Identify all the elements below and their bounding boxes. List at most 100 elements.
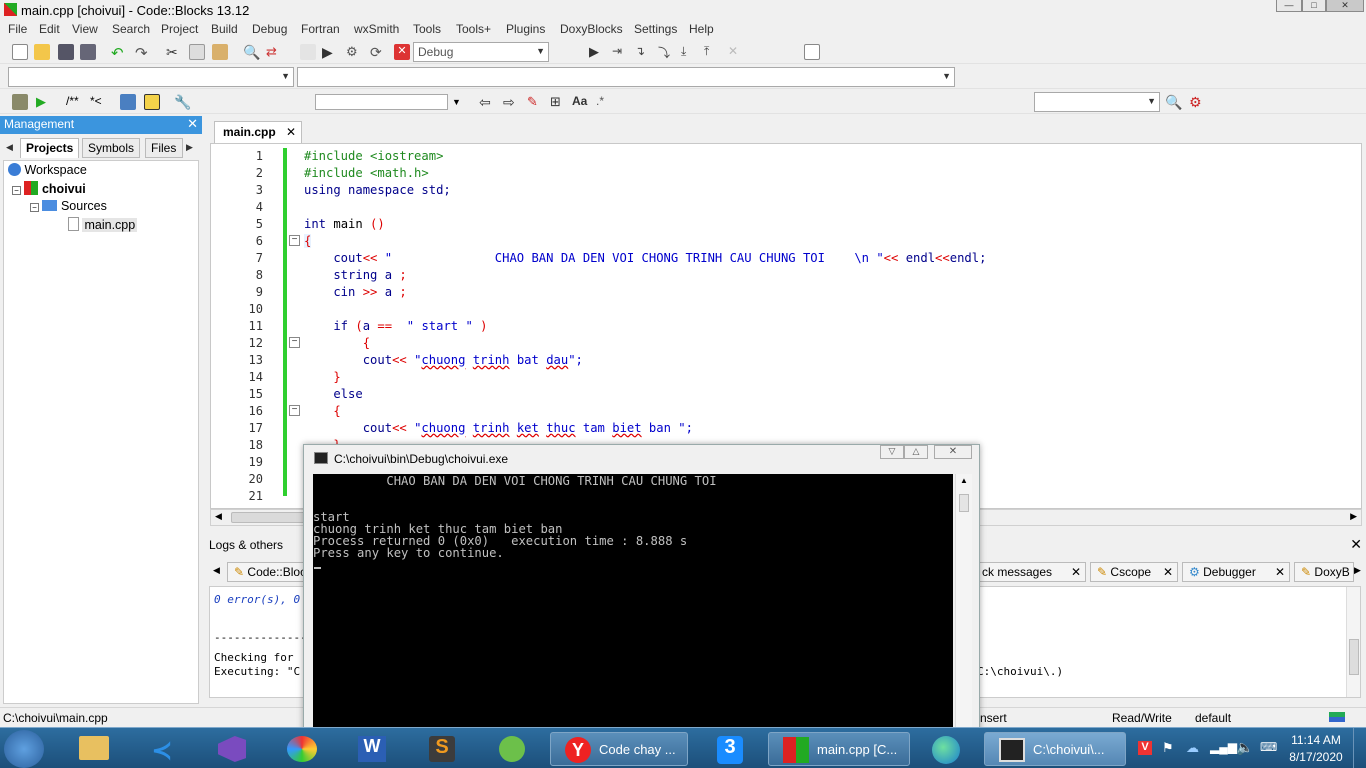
show-desktop-button[interactable] [1353,728,1366,768]
paint-icon[interactable] [278,732,326,766]
scroll-thumb[interactable] [1349,639,1359,675]
console-maximize-button[interactable]: △ [904,445,928,459]
symbol-find-icon[interactable]: 🔍 [1165,94,1182,110]
console-minimize-button[interactable]: ▽ [880,445,904,459]
menu-view[interactable]: View [72,22,98,36]
visual-studio-icon[interactable] [208,732,256,766]
menu-doxyblocks[interactable]: DoxyBlocks [560,22,623,36]
sublime-text-icon[interactable]: S [418,732,466,766]
menu-settings[interactable]: Settings [634,22,677,36]
build-icon[interactable] [300,44,316,60]
match-case-icon[interactable]: Aa [572,94,588,110]
next-instruction-icon[interactable]: ⤵ [658,44,674,60]
tab-close-icon[interactable]: ✕ [1163,565,1173,579]
stack-icon[interactable] [12,94,28,110]
menu-plugins[interactable]: Plugins [506,22,545,36]
build-target-select[interactable]: Debug ▼ [413,42,549,62]
tab-close-icon[interactable]: ✕ [286,125,296,139]
menu-edit[interactable]: Edit [39,22,60,36]
logs-tab-cscope[interactable]: ✎ Cscope ✕ [1090,562,1178,582]
tab-main-cpp[interactable]: main.cpp ✕ [214,121,302,143]
logs-tab-scroll-left-icon[interactable]: ◀ [213,565,220,576]
tree-sources-folder[interactable]: − Sources [30,199,107,213]
edge-icon[interactable] [922,732,970,766]
menu-project[interactable]: Project [161,22,198,36]
console-output[interactable]: CHAO BAN DA DEN VOI CHONG TRINH CAU CHUN… [313,474,953,732]
logs-close-icon[interactable]: ✕ [1350,536,1362,553]
vscode-icon[interactable]: ≺ [138,732,186,766]
save-icon[interactable] [58,44,74,60]
tab-symbols[interactable]: Symbols [82,138,141,158]
menu-help[interactable]: Help [689,22,714,36]
logs-tab-scroll-right-icon[interactable]: ▶ [1354,565,1361,576]
zalo-icon[interactable]: 3 [706,732,754,766]
menu-tools-plus[interactable]: Tools+ [456,22,491,36]
tray-flag-icon[interactable]: ⚑ [1162,740,1174,756]
tab-files[interactable]: Files [145,138,183,158]
undo-icon[interactable]: ↶ [111,44,127,62]
save-all-icon[interactable] [80,44,96,60]
menu-fortran[interactable]: Fortran [301,22,340,36]
tab-close-icon[interactable]: ✕ [1275,565,1285,579]
logs-vertical-scrollbar[interactable] [1346,587,1360,697]
regex-icon[interactable]: .* [596,94,612,110]
copy-icon[interactable] [189,44,205,60]
scope-select[interactable]: ▼ [8,67,294,87]
menu-debug[interactable]: Debug [252,22,287,36]
run-icon[interactable]: ▶ [322,44,338,60]
redo-icon[interactable]: ↷ [135,44,151,62]
console-close-button[interactable]: ✕ [934,445,972,459]
scroll-thumb[interactable] [231,512,311,523]
highlight-pen-icon[interactable]: ✎ [527,94,543,110]
word-icon[interactable]: W [348,732,396,766]
scroll-up-icon[interactable]: ▲ [960,476,968,485]
start-button[interactable] [4,730,44,768]
menu-file[interactable]: File [8,22,27,36]
menu-tools[interactable]: Tools [413,22,441,36]
step-out-icon[interactable]: ⤒ [704,44,720,60]
logs-tab-doxyblocks[interactable]: ✎ DoxyB [1294,562,1354,582]
fold-toggle-icon[interactable]: − [289,337,300,348]
comment-block-icon[interactable]: /** [66,94,90,110]
function-select[interactable]: ▼ [297,67,955,87]
close-button[interactable]: ✕ [1326,0,1364,12]
debug-windows-icon[interactable] [804,44,820,60]
help-icon[interactable] [144,94,160,110]
collapse-toggle-icon[interactable]: − [30,203,39,212]
file-explorer-icon[interactable] [70,732,118,766]
console-vertical-scrollbar[interactable]: ▲ [955,474,972,732]
taskbar-window-console[interactable]: C:\choivui\... [984,732,1126,766]
tools-wrench-icon[interactable]: 🔧 [174,94,191,110]
scroll-left-icon[interactable]: ◀ [215,511,222,522]
step-into-icon[interactable]: ⤓ [681,44,697,60]
paste-icon[interactable] [212,44,228,60]
build-run-icon[interactable]: ⚙ [346,44,362,60]
logs-tab-debugger[interactable]: ⚙ Debugger ✕ [1182,562,1290,582]
scroll-right-icon[interactable]: ▶ [1350,511,1357,522]
fold-toggle-icon[interactable]: − [289,235,300,246]
tray-v-icon[interactable]: V [1138,741,1152,755]
new-file-icon[interactable] [12,44,28,60]
debug-start-icon[interactable]: ▶ [589,44,605,60]
back-arrow-icon[interactable]: ⇦ [479,94,495,110]
tab-close-icon[interactable]: ✕ [1071,565,1081,579]
logs-tab-codeblocks[interactable]: ✎ Code::Blocks [227,562,309,582]
tree-workspace[interactable]: Workspace [8,163,87,177]
tab-scroll-right-icon[interactable]: ▶ [186,142,193,153]
tray-network-icon[interactable]: ▂▄▆ [1210,740,1237,754]
logs-tab-build-messages[interactable]: ck messages ✕ [975,562,1086,582]
doxywizard-icon[interactable] [120,94,136,110]
comment-line-icon[interactable]: *< [90,94,114,110]
select-icon[interactable]: ⊞ [550,94,566,110]
abort-icon[interactable]: ✕ [394,44,410,60]
menu-search[interactable]: Search [112,22,150,36]
next-line-icon[interactable]: ↴ [635,44,651,60]
console-window[interactable]: C:\choivui\bin\Debug\choivui.exe ▽ △ ✕ C… [303,444,980,734]
tab-projects[interactable]: Projects [20,138,80,158]
minimize-button[interactable]: — [1276,0,1302,12]
tray-volume-icon[interactable]: 🔈 [1236,739,1253,756]
search-dropdown-icon[interactable]: ▼ [452,97,468,113]
symbol-search-select[interactable]: ▼ [1034,92,1160,112]
tree-project[interactable]: − choivui [12,181,86,196]
run-to-cursor-icon[interactable]: ⇥ [612,44,628,60]
